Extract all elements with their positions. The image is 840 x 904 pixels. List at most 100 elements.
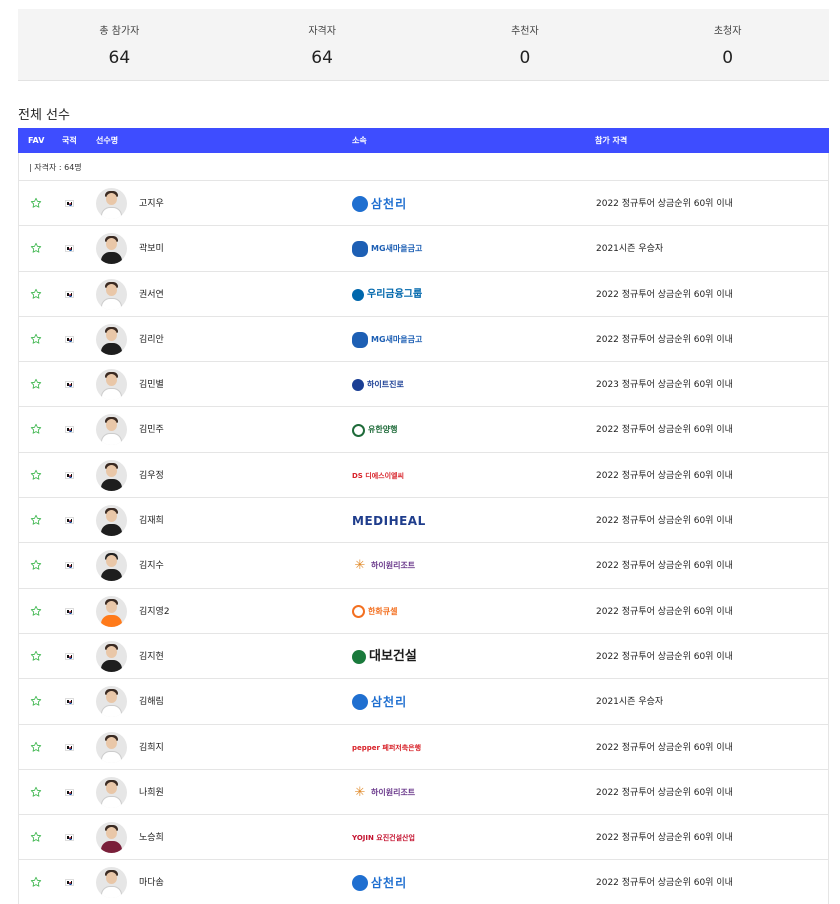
qualification-text: 2022 정규투어 상금순위 60위 이내 xyxy=(596,561,733,572)
player-name[interactable]: 마다솜 xyxy=(139,878,164,888)
table-row[interactable]: 김우정 DS 디에스이엘씨 2022 정규투어 상금순위 60위 이내 xyxy=(18,452,829,499)
sponsor-name: 하이원리조트 xyxy=(371,561,416,571)
player-avatar[interactable] xyxy=(96,731,127,763)
sponsor-logo: 삼천리 xyxy=(352,193,472,215)
player-name[interactable]: 곽보미 xyxy=(139,244,164,254)
qualification-text: 2022 정규투어 상금순위 60위 이내 xyxy=(596,289,733,300)
player-avatar[interactable] xyxy=(96,595,127,627)
table-row[interactable]: 김해림 삼천리 2021시즌 우승자 xyxy=(18,679,829,725)
korea-flag-icon xyxy=(65,381,74,389)
player-name[interactable]: 김민별 xyxy=(139,380,164,390)
table-row[interactable]: 고지우 삼천리 2022 정규투어 상금순위 60위 이내 xyxy=(18,181,829,227)
sponsor-logo: YOJIN 요진건설산업 xyxy=(352,827,472,849)
favorite-star-icon[interactable] xyxy=(30,786,42,798)
table-row[interactable]: 김지영2 한화큐셀 2022 정규투어 상금순위 60위 이내 xyxy=(18,588,829,634)
stat-label: 자격자 xyxy=(308,26,336,37)
player-avatar[interactable] xyxy=(96,640,127,672)
favorite-star-icon[interactable] xyxy=(30,423,42,435)
favorite-star-icon[interactable] xyxy=(30,695,42,707)
favorite-star-icon[interactable] xyxy=(30,469,42,481)
player-avatar[interactable] xyxy=(96,776,127,808)
player-name[interactable]: 김해림 xyxy=(139,697,164,707)
player-avatar[interactable] xyxy=(96,505,127,537)
player-avatar[interactable] xyxy=(96,459,127,491)
player-avatar[interactable] xyxy=(96,550,127,582)
table-row[interactable]: 김지현 대보건설 2022 정규투어 상금순위 60위 이내 xyxy=(18,633,829,680)
player-avatar[interactable] xyxy=(96,278,127,310)
qualification-text: 2021시즌 우승자 xyxy=(596,697,664,708)
player-name[interactable]: 김희지 xyxy=(139,743,164,753)
table-row[interactable]: 김재희 MEDIHEAL 2022 정규투어 상금순위 60위 이내 xyxy=(18,498,829,544)
header-affiliation[interactable]: 소속 xyxy=(352,136,367,146)
player-name[interactable]: 권서연 xyxy=(139,290,164,300)
player-name[interactable]: 김리안 xyxy=(139,335,164,345)
stat-qualified: 자격자 64 xyxy=(221,9,424,80)
player-avatar[interactable] xyxy=(96,188,127,219)
header-nation[interactable]: 국적 xyxy=(62,136,77,146)
korea-flag-icon xyxy=(65,788,74,796)
favorite-star-icon[interactable] xyxy=(30,242,42,254)
player-name[interactable]: 나희원 xyxy=(139,788,164,798)
player-name[interactable]: 김재희 xyxy=(139,516,164,526)
player-name[interactable]: 김지현 xyxy=(139,652,164,662)
player-name[interactable]: 김지영2 xyxy=(139,607,170,617)
table-row[interactable]: 김희지 pepper 페퍼저축은행 2022 정규투어 상금순위 60위 이내 xyxy=(18,724,829,770)
stat-value: 64 xyxy=(311,48,333,68)
korea-flag-icon xyxy=(65,743,74,751)
table-row[interactable]: 마다솜 삼천리 2022 정규투어 상금순위 60위 이내 xyxy=(18,860,829,904)
qualification-text: 2022 정규투어 상금순위 60위 이내 xyxy=(596,516,733,527)
player-name[interactable]: 김지수 xyxy=(139,561,164,571)
table-row[interactable]: 김리안 MG새마을금고 2022 정규투어 상금순위 60위 이내 xyxy=(18,316,829,363)
table-row[interactable]: 김민별 하이트진로 2023 정규투어 상금순위 60위 이내 xyxy=(18,362,829,408)
korea-flag-icon xyxy=(65,879,74,887)
table-row[interactable]: 김민주 유한양행 2022 정규투어 상금순위 60위 이내 xyxy=(18,407,829,453)
sponsor-name: 하이트진로 xyxy=(367,380,404,390)
table-row[interactable]: 김지수 ✳ 하이원리조트 2022 정규투어 상금순위 60위 이내 xyxy=(18,543,829,589)
qualification-text: 2021시즌 우승자 xyxy=(596,244,664,255)
table-row[interactable]: 노승희 YOJIN 요진건설산업 2022 정규투어 상금순위 60위 이내 xyxy=(18,815,829,861)
korea-flag-icon xyxy=(65,834,74,842)
sponsor-logo: 삼천리 xyxy=(352,872,472,894)
player-avatar[interactable] xyxy=(96,414,127,446)
table-row[interactable]: 권서연 우리금융그룹 2022 정규투어 상금순위 60위 이내 xyxy=(18,271,829,317)
player-avatar[interactable] xyxy=(96,822,127,854)
stat-total: 총 참가자 64 xyxy=(18,9,221,80)
mg-logo-icon xyxy=(352,241,368,258)
favorite-star-icon[interactable] xyxy=(30,605,42,617)
player-avatar[interactable] xyxy=(96,233,127,265)
sponsor-name: 삼천리 xyxy=(371,197,408,211)
player-name[interactable]: 고지우 xyxy=(139,199,164,209)
favorite-star-icon[interactable] xyxy=(30,559,42,571)
player-avatar[interactable] xyxy=(96,686,127,718)
favorite-star-icon[interactable] xyxy=(30,378,42,390)
qualification-text: 2023 정규투어 상금순위 60위 이내 xyxy=(596,380,733,391)
player-avatar[interactable] xyxy=(96,323,127,355)
table-row[interactable]: 나희원 ✳ 하이원리조트 2022 정규투어 상금순위 60위 이내 xyxy=(18,769,829,816)
favorite-star-icon[interactable] xyxy=(30,650,42,662)
header-player[interactable]: 선수명 xyxy=(96,136,118,146)
player-name[interactable]: 김우정 xyxy=(139,471,164,481)
player-name[interactable]: 김민주 xyxy=(139,425,164,435)
sponsor-name: 삼천리 xyxy=(371,695,408,710)
player-avatar[interactable] xyxy=(96,369,127,401)
sponsor-logo: MG새마을금고 xyxy=(352,238,472,260)
qualification-text: 2022 정규투어 상금순위 60위 이내 xyxy=(596,651,733,662)
favorite-star-icon[interactable] xyxy=(30,197,42,209)
stat-label: 추천자 xyxy=(511,26,539,37)
favorite-star-icon[interactable] xyxy=(30,831,42,843)
favorite-star-icon[interactable] xyxy=(30,741,42,753)
player-avatar[interactable] xyxy=(96,867,127,899)
favorite-star-icon[interactable] xyxy=(30,333,42,345)
header-qualification[interactable]: 참가 자격 xyxy=(595,136,627,146)
yuhan-logo-icon xyxy=(352,423,365,437)
sponsor-logo: ✳ 하이원리조트 xyxy=(352,782,472,804)
qualification-text: 2022 정규투어 상금순위 60위 이내 xyxy=(596,470,733,481)
header-fav[interactable]: FAV xyxy=(28,136,44,146)
favorite-star-icon[interactable] xyxy=(30,288,42,300)
sponsor-name: MG새마을금고 xyxy=(371,244,423,254)
favorite-star-icon[interactable] xyxy=(30,514,42,526)
korea-flag-icon xyxy=(65,290,74,298)
table-row[interactable]: 곽보미 MG새마을금고 2021시즌 우승자 xyxy=(18,226,829,272)
player-name[interactable]: 노승희 xyxy=(139,833,164,843)
favorite-star-icon[interactable] xyxy=(30,876,42,888)
